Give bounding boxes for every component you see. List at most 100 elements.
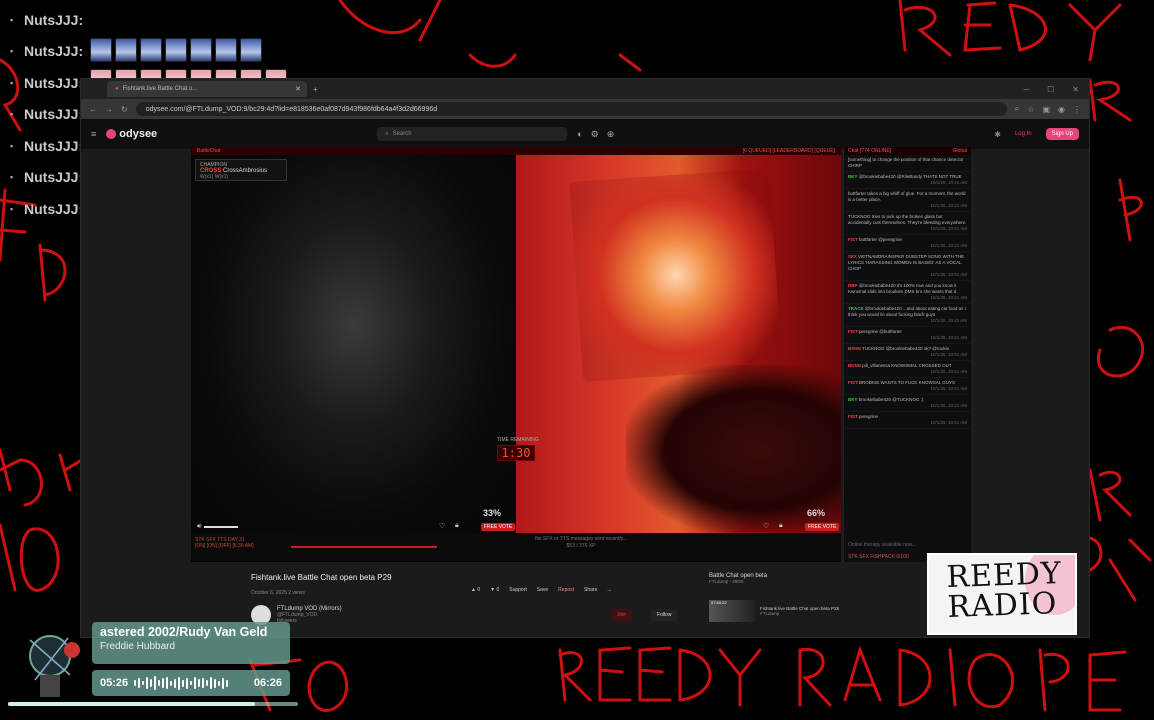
status-values: [ON] [ON] [OFF] [6:36 AM] — [195, 543, 254, 549]
like-count: 0 — [477, 587, 481, 593]
more-button[interactable]: ... — [607, 587, 611, 593]
chat-message-time: 10/1/25, 10:41 AM — [930, 226, 967, 231]
follow-button[interactable]: Follow — [651, 609, 678, 621]
chat-message-badge[interactable]: FIST — [848, 237, 858, 242]
chat-header: Chat [774 ONLINE] Global — [844, 147, 971, 155]
waveform-bar — [166, 677, 169, 689]
new-tab-icon[interactable]: + — [313, 85, 318, 94]
url-field[interactable]: odysee.com/@FTLdump_VOD:9/bc29:4d?lid=e8… — [135, 102, 1007, 116]
chat-message: TUCKNOG tries to pick up the broken glas… — [844, 212, 971, 235]
chat-message-badge[interactable]: BKY — [848, 397, 858, 402]
lock-icon: 🔒︎ — [779, 522, 783, 529]
volume-slider[interactable] — [204, 526, 239, 528]
waveform-bar — [226, 679, 229, 687]
right-vote-button[interactable]: FREE VOTE — [805, 523, 840, 531]
back-icon[interactable]: ← — [89, 105, 97, 114]
search-placeholder: Search — [392, 131, 412, 137]
menu-icon[interactable]: ⋮ — [1073, 105, 1081, 114]
chat-message-text: peregrine @buttfarter — [859, 329, 902, 334]
forward-icon[interactable]: → — [105, 105, 113, 114]
theme-icon[interactable]: ✱ — [994, 130, 1001, 139]
repost-button[interactable]: Repost — [558, 587, 574, 593]
champion-name-text: CrossAmbrosius — [223, 168, 268, 174]
tapestry-image — [569, 168, 783, 382]
upload-icon[interactable]: ⊕ — [607, 129, 615, 140]
support-button[interactable]: Support — [509, 587, 527, 593]
extension-icon[interactable]: ▣ — [1042, 105, 1050, 114]
join-button[interactable]: Join — [611, 609, 633, 621]
signup-button[interactable]: Sign Up — [1045, 128, 1079, 140]
address-bar: ← → ↻ odysee.com/@FTLdump_VOD:9/bc29:4d?… — [81, 99, 1089, 119]
xp-progress-bar — [291, 546, 437, 548]
share-button[interactable]: Share — [584, 587, 597, 593]
left-vote-button[interactable]: FREE VOTE — [481, 523, 516, 531]
search-input[interactable]: ⌕ Search — [377, 127, 568, 141]
waveform-bar — [206, 680, 209, 686]
playlist-item[interactable]: 07:40:22 Fishtank.live Battle Chat open … — [709, 600, 909, 622]
playlist-thumbnail[interactable]: 07:40:22 — [709, 600, 755, 622]
tab-title: Fishtank.live Battle Chat o... — [122, 86, 198, 92]
maximize-icon[interactable]: ☐ — [1047, 85, 1054, 94]
browser-tab[interactable]: ● Fishtank.live Battle Chat o... ✕ — [107, 81, 307, 97]
chat-message-badge[interactable]: SFX — [848, 254, 857, 259]
odysee-logo[interactable]: odysee — [106, 128, 157, 140]
stream-note: No SFX or TTS messages sent recently... … — [511, 536, 651, 550]
chat-input[interactable]: Online therapy available now... — [848, 542, 967, 548]
close-window-icon[interactable]: ✕ — [1072, 85, 1079, 94]
chat-message-badge[interactable]: BKNN — [848, 363, 861, 368]
like-button[interactable]: ▲ 0 — [471, 587, 480, 593]
chat-message-text: TUCKNOG @brookiebabe420 ok? @rookie — [861, 346, 950, 351]
odysee-logo-icon — [106, 129, 117, 139]
menu-hamburger-icon[interactable]: ≡ — [91, 129, 96, 139]
emote-row — [90, 37, 262, 66]
logo-line-2: RADIO — [946, 586, 1058, 625]
profile-icon[interactable]: ◉ — [1058, 105, 1065, 114]
chat-username: NutsJJJ: — [24, 43, 84, 60]
reload-icon[interactable]: ↻ — [121, 105, 128, 114]
heart-icon[interactable]: ♡ — [439, 522, 445, 530]
chat-message-time: 10/1/25, 10:41 AM — [930, 369, 967, 374]
chat-message: FIST BRODKIE WANTS TO FUCK KNOWSAL GUYS 1… — [844, 378, 971, 395]
search-icon[interactable]: ⌕ — [1015, 104, 1019, 114]
minimize-icon[interactable]: ─ — [1023, 85, 1029, 94]
chat-message-badge[interactable]: RBP — [848, 283, 858, 288]
shorts-icon[interactable]: ◐ — [577, 129, 582, 140]
chat-message-badge[interactable]: BKY — [848, 174, 858, 179]
battle-timer: 1:30 — [497, 445, 535, 461]
left-camera-feed — [191, 155, 516, 533]
user-badge-icon: ▪ — [10, 172, 14, 183]
user-badge-icon: ▪ — [10, 109, 14, 120]
chat-username: NutsJJJ: — [24, 74, 84, 91]
waveform-bar — [146, 677, 149, 689]
chat-message-text: [something] to change the position of th… — [848, 157, 964, 168]
odysee-header: ≡ odysee ⌕ Search ◐ ⚙ ⊕ ✱ Log In Sign Up — [81, 119, 1089, 149]
chat-message: BKY @brookiebabe420 @RileBandy THATS NOT… — [844, 172, 971, 189]
chat-message-badge[interactable]: TRACE — [848, 306, 864, 311]
dislike-button[interactable]: ▼ 0 — [490, 587, 499, 593]
video-info: Fishtank.live Battle Chat open beta P29 … — [251, 573, 691, 625]
chat-message-badge[interactable]: FIST — [848, 380, 858, 385]
bookmark-star-icon[interactable]: ☆ — [1027, 105, 1034, 114]
track-title: astered 2002/Rudy Van Geld — [100, 625, 268, 639]
champion-box: CHAMPION CROSS CrossAmbrosius W(x1) W(x1… — [195, 159, 287, 181]
volume-control[interactable]: 🔊︎ — [197, 523, 239, 531]
chat-message-badge[interactable]: BSHN — [848, 346, 861, 351]
video-player[interactable]: BattleChat [6 QUEUED] [LEADERBOARD] [QUE… — [191, 147, 841, 562]
chat-message-badge[interactable]: FIST — [848, 414, 858, 419]
heart-icon[interactable]: ♡ — [763, 522, 769, 530]
login-link[interactable]: Log In — [1015, 131, 1032, 137]
stream-note-text: No SFX or TTS messages sent recently... — [535, 536, 627, 542]
save-button[interactable]: Save — [537, 587, 548, 593]
emote-icon — [190, 37, 212, 62]
video-title: Fishtank.live Battle Chat open beta P29 — [251, 573, 392, 582]
chat-overlay-row: ▪ NutsJJJ: — [10, 4, 340, 36]
battlechat-links[interactable]: [6 QUEUED] [LEADERBOARD] [QUEUE] — [743, 148, 835, 154]
chat-scope[interactable]: Global — [953, 148, 967, 154]
waveform-bar — [154, 676, 157, 690]
close-tab-icon[interactable]: ✕ — [295, 85, 301, 93]
chat-message-text: BRODKIE WANTS TO FUCK KNOWSAL GUYS — [859, 380, 956, 385]
settings-icon[interactable]: ⚙ — [591, 129, 599, 140]
chat-message-badge[interactable]: FIST — [848, 329, 858, 334]
playlist-sub: FTLdump - 29/00 — [709, 579, 744, 584]
volume-icon[interactable]: 🔊︎ — [197, 523, 201, 531]
